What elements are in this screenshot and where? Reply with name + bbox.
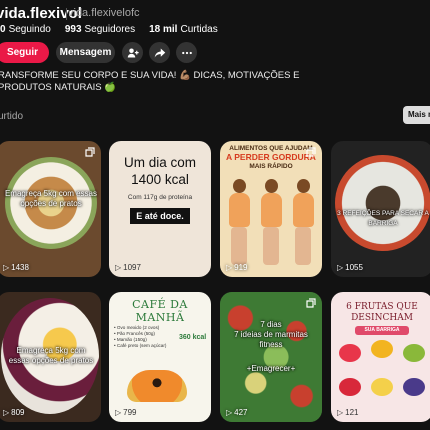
play-icon: ▷ — [337, 263, 344, 272]
video-thumbnail[interactable]: Emagreça 5kg com essas opções de pratos … — [0, 292, 101, 422]
video-thumbnail[interactable]: 6 FRUTAS QUE DESINCHAM SUA BARRIGA ▷ 121 — [331, 292, 430, 422]
message-button[interactable]: Mensagem — [56, 42, 115, 63]
video-thumbnail[interactable]: 7 dias 7 ideias de marmitas fitness +Ema… — [220, 292, 322, 422]
watermelon-image — [339, 344, 361, 362]
illustration-figure — [258, 179, 284, 267]
thumbnail-subline: Com 117g de proteína — [127, 194, 193, 201]
view-count: ▷ 1097 — [115, 263, 141, 272]
illustration-figure — [226, 179, 252, 267]
play-icon: ▷ — [3, 408, 10, 417]
view-count: ▷ 1438 — [3, 263, 29, 272]
video-thumbnail[interactable]: 3 REFEIÇÕES PARA SECAR A BARRIGA ▷ 1055 — [331, 141, 430, 277]
banana-image — [371, 378, 393, 396]
thumbnail-caption: Emagreça 5kg com essas opções de pratos — [8, 346, 94, 365]
video-thumbnail[interactable]: Um dia com 1400 kcal Com 117g de proteín… — [109, 141, 211, 277]
follow-button[interactable]: Seguir — [0, 42, 49, 63]
video-thumbnail[interactable]: Emagreça 5kg com essas opções de pratos … — [0, 141, 101, 277]
calorie-label: 360 kcal — [179, 334, 207, 341]
ingredient-list: • Ovo mexido (2 ovos) • Pão Francês (50g… — [114, 325, 167, 348]
thumbnail-tag: E até doce. — [130, 208, 190, 224]
more-button[interactable]: Mais r — [403, 106, 430, 124]
pineapple-image — [371, 340, 393, 358]
share-arrow-icon — [154, 48, 165, 57]
ellipsis-icon — [181, 51, 192, 54]
carousel-icon — [306, 147, 316, 157]
play-icon: ▷ — [226, 263, 233, 272]
berries-image — [403, 378, 425, 396]
thumbnail-headline: Um dia com 1400 kcal — [123, 155, 196, 187]
illustration-figure — [290, 179, 316, 267]
strawberry-image — [339, 378, 361, 396]
food-plate-image — [335, 155, 430, 251]
profile-stats: 0 Seguindo 993 Seguidores 18 mil Curtidas — [0, 24, 218, 35]
carousel-icon — [85, 147, 95, 157]
add-friend-button[interactable] — [122, 42, 143, 63]
carousel-icon — [306, 298, 316, 308]
view-count: ▷ 809 — [3, 408, 25, 417]
play-icon: ▷ — [3, 263, 10, 272]
profile-handle: vida.flexivelofc — [68, 7, 140, 19]
view-count: ▷ 427 — [226, 408, 248, 417]
add-user-icon — [127, 48, 139, 57]
stat-following[interactable]: 0 Seguindo — [0, 24, 51, 35]
stat-followers[interactable]: 993 Seguidores — [65, 24, 135, 35]
kiwi-image — [403, 344, 425, 362]
thumbnail-title: 6 FRUTAS QUE DESINCHAM — [346, 302, 418, 323]
handle-divider — [66, 8, 67, 20]
thumbnail-title: CAFÉ DA MANHÃ — [132, 298, 188, 324]
thumbnail-subtitle: SUA BARRIGA — [355, 326, 409, 335]
thumbnail-caption: Emagreça 5kg com essas opções de pratos — [4, 189, 98, 208]
thumbnail-caption: 3 REFEIÇÕES PARA SECAR A BARRIGA — [337, 210, 429, 227]
video-thumbnail[interactable]: ALIMENTOS QUE AJUDAM A PERDER GORDURA MA… — [220, 141, 322, 277]
tab-liked[interactable]: urtido — [0, 111, 23, 122]
more-options-button[interactable] — [176, 42, 197, 63]
profile-bio: RANSFORME SEU CORPO E SUA VIDA! 💪🏽 DICAS… — [0, 70, 300, 93]
play-icon: ▷ — [115, 408, 122, 417]
view-count: ▷ 919 — [226, 263, 248, 272]
papaya-image — [127, 370, 187, 402]
share-button[interactable] — [149, 42, 170, 63]
play-icon: ▷ — [115, 263, 122, 272]
view-count: ▷ 799 — [115, 408, 137, 417]
view-count: ▷ 1055 — [337, 263, 363, 272]
stat-likes: 18 mil Curtidas — [149, 24, 218, 35]
play-icon: ▷ — [337, 408, 344, 417]
play-icon: ▷ — [226, 408, 233, 417]
video-thumbnail[interactable]: CAFÉ DA MANHÃ • Ovo mexido (2 ovos) • Pã… — [109, 292, 211, 422]
view-count: ▷ 121 — [337, 408, 359, 417]
thumbnail-caption: 7 dias 7 ideias de marmitas fitness +Ema… — [234, 320, 308, 373]
